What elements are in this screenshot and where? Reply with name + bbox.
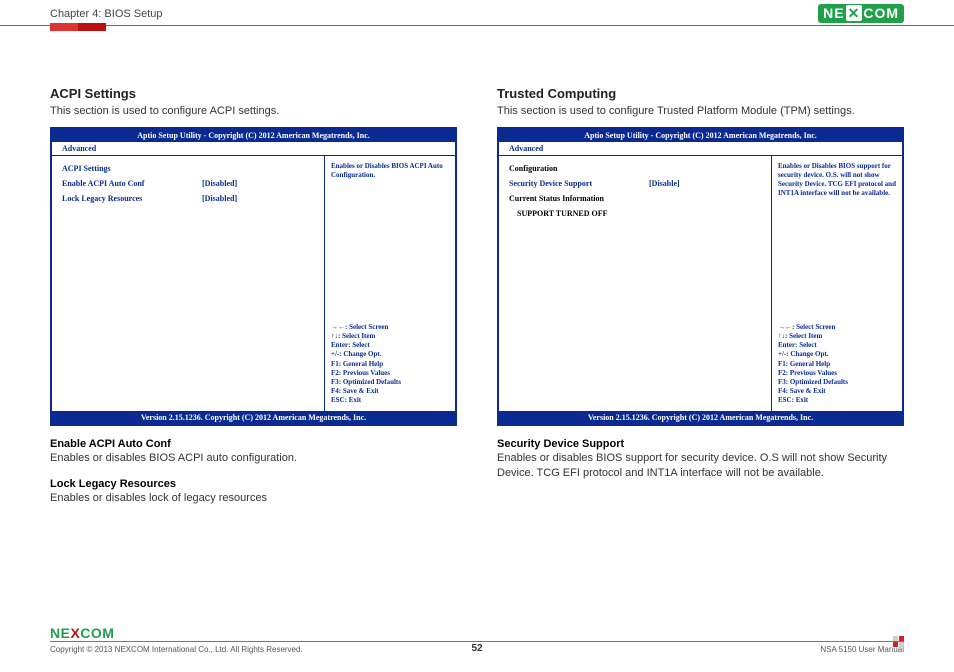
- footer-manual: NSA 5150 User Manual: [820, 645, 904, 654]
- header-logo: NE✕COM: [818, 4, 904, 23]
- bios-key: F4: Save & Exit: [778, 387, 896, 396]
- tpm-title: Trusted Computing: [497, 86, 904, 101]
- sub-desc: Enables or disables lock of legacy resou…: [50, 491, 457, 506]
- tpm-desc: This section is used to configure Truste…: [497, 105, 904, 117]
- bios-key: →←: Select Screen: [778, 323, 896, 332]
- bios-key: F3: Optimized Defaults: [331, 378, 449, 387]
- bios-tab: Advanced: [499, 142, 902, 156]
- footer-logo-pre: NE: [50, 625, 70, 641]
- bios-key: F3: Optimized Defaults: [778, 378, 896, 387]
- bios-help-pane: Enables or Disables BIOS ACPI Auto Confi…: [325, 156, 455, 411]
- bios-row-value: [Disable]: [649, 179, 680, 188]
- bios-row-value: [Disabled]: [202, 194, 237, 203]
- bios-body: Configuration Security Device Support [D…: [499, 156, 902, 411]
- sub-desc: Enables or disables BIOS ACPI auto confi…: [50, 451, 457, 466]
- bios-footer: Version 2.15.1236. Copyright (C) 2012 Am…: [499, 411, 902, 424]
- header-accent-tabs: [50, 23, 106, 31]
- bios-heading: ACPI Settings: [62, 164, 202, 173]
- bios-main-pane: ACPI Settings Enable ACPI Auto Conf [Dis…: [52, 156, 325, 411]
- footer-row: Copyright © 2013 NEXCOM International Co…: [50, 645, 904, 654]
- sub-heading: Security Device Support: [497, 438, 904, 450]
- right-column: Trusted Computing This section is used t…: [497, 86, 904, 506]
- bios-help-pane: Enables or Disables BIOS support for sec…: [772, 156, 902, 411]
- footer-logo-x: X: [70, 625, 80, 641]
- bios-key: ↑↓: Select Item: [778, 332, 896, 341]
- sub-heading: Enable ACPI Auto Conf: [50, 438, 457, 450]
- bios-footer: Version 2.15.1236. Copyright (C) 2012 Am…: [52, 411, 455, 424]
- footer-logo-post: COM: [80, 625, 114, 641]
- bios-key-legend: →←: Select Screen ↑↓: Select Item Enter:…: [778, 323, 896, 405]
- bios-key: F1: General Help: [778, 360, 896, 369]
- bios-key-legend: →←: Select Screen ↑↓: Select Item Enter:…: [331, 323, 449, 405]
- bios-key: F1: General Help: [331, 360, 449, 369]
- bios-key: ↑↓: Select Item: [331, 332, 449, 341]
- sub-desc: Enables or disables BIOS support for sec…: [497, 451, 904, 481]
- bios-status-value: SUPPORT TURNED OFF: [509, 209, 649, 218]
- bios-key: +/-: Change Opt.: [331, 350, 449, 359]
- tpm-bios-screenshot: Aptio Setup Utility - Copyright (C) 2012…: [497, 127, 904, 426]
- bios-title-bar: Aptio Setup Utility - Copyright (C) 2012…: [499, 129, 902, 142]
- bios-key: F2: Previous Values: [778, 369, 896, 378]
- acpi-title: ACPI Settings: [50, 86, 457, 101]
- bios-status-label: Current Status Information: [509, 194, 649, 203]
- bios-help-text: Enables or Disables BIOS support for sec…: [778, 162, 896, 198]
- bios-help-text: Enables or Disables BIOS ACPI Auto Confi…: [331, 162, 449, 180]
- bios-key: ESC: Exit: [331, 396, 449, 405]
- bios-row-label: Lock Legacy Resources: [62, 194, 202, 203]
- footer-copyright: Copyright © 2013 NEXCOM International Co…: [50, 645, 303, 654]
- footer-divider: [50, 641, 904, 642]
- chapter-label: Chapter 4: BIOS Setup: [50, 8, 163, 20]
- bios-key: Enter: Select: [778, 341, 896, 350]
- bios-main-pane: Configuration Security Device Support [D…: [499, 156, 772, 411]
- page-number: 52: [471, 643, 482, 654]
- bios-tab: Advanced: [52, 142, 455, 156]
- footer-accent-icon: [893, 636, 904, 647]
- left-column: ACPI Settings This section is used to co…: [50, 86, 457, 506]
- acpi-desc: This section is used to configure ACPI s…: [50, 105, 457, 117]
- bios-key: F2: Previous Values: [331, 369, 449, 378]
- bios-key: F4: Save & Exit: [331, 387, 449, 396]
- bios-key: Enter: Select: [331, 341, 449, 350]
- bios-body: ACPI Settings Enable ACPI Auto Conf [Dis…: [52, 156, 455, 411]
- page-content: ACPI Settings This section is used to co…: [0, 26, 954, 506]
- bios-row-label: Enable ACPI Auto Conf: [62, 179, 202, 188]
- footer-logo: NEXCOM: [50, 625, 904, 641]
- acpi-bios-screenshot: Aptio Setup Utility - Copyright (C) 2012…: [50, 127, 457, 426]
- page-header: Chapter 4: BIOS Setup NE✕COM: [0, 0, 954, 26]
- bios-key: +/-: Change Opt.: [778, 350, 896, 359]
- bios-key: ESC: Exit: [778, 396, 896, 405]
- bios-title-bar: Aptio Setup Utility - Copyright (C) 2012…: [52, 129, 455, 142]
- sub-heading: Lock Legacy Resources: [50, 478, 457, 490]
- bios-key: →←: Select Screen: [331, 323, 449, 332]
- bios-row-label: Security Device Support: [509, 179, 649, 188]
- bios-heading: Configuration: [509, 164, 649, 173]
- page-footer: NEXCOM Copyright © 2013 NEXCOM Internati…: [50, 625, 904, 654]
- bios-row-value: [Disabled]: [202, 179, 237, 188]
